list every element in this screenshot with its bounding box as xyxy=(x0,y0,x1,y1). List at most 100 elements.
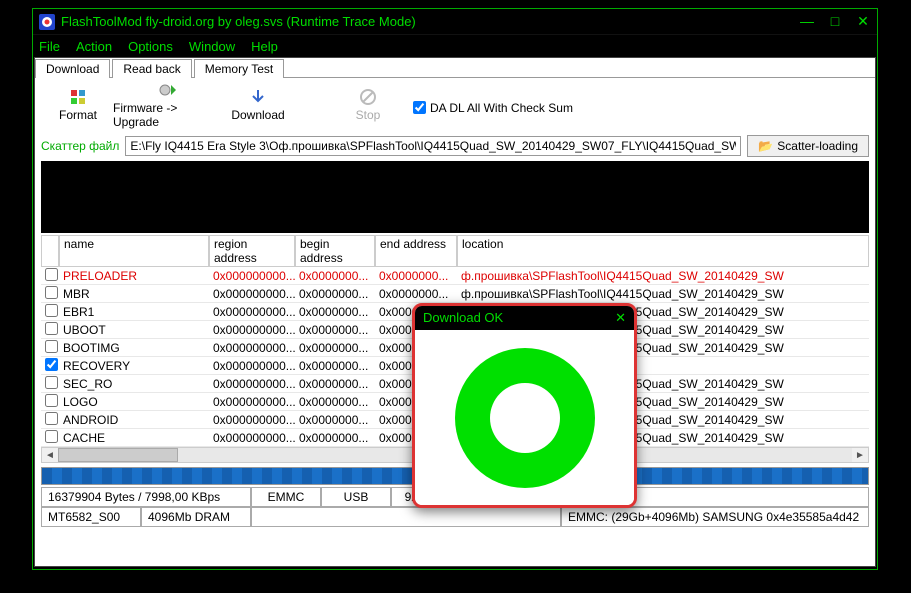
row-end-addr: 0x0000000... xyxy=(375,269,457,283)
row-checkbox-cell xyxy=(41,340,59,356)
da-dl-checksum-wrap: DA DL All With Check Sum xyxy=(413,101,573,115)
da-dl-checksum-checkbox[interactable] xyxy=(413,101,426,114)
row-checkbox-cell xyxy=(41,394,59,410)
app-icon xyxy=(39,14,55,30)
row-checkbox[interactable] xyxy=(45,304,58,317)
row-checkbox[interactable] xyxy=(45,376,58,389)
tab-memtest[interactable]: Memory Test xyxy=(194,59,284,78)
row-begin-addr: 0x0000000... xyxy=(295,431,375,445)
scroll-left-icon[interactable]: ◄ xyxy=(42,450,58,461)
row-checkbox[interactable] xyxy=(45,430,58,443)
status-conn: USB xyxy=(321,487,391,507)
row-begin-addr: 0x0000000... xyxy=(295,305,375,319)
row-checkbox-cell xyxy=(41,430,59,446)
maximize-button[interactable]: □ xyxy=(827,13,843,30)
menu-window[interactable]: Window xyxy=(189,39,235,54)
stop-button[interactable]: Stop xyxy=(333,87,403,122)
tab-readback[interactable]: Read back xyxy=(112,59,191,78)
row-region-addr: 0x000000000... xyxy=(209,305,295,319)
col-end[interactable]: end address xyxy=(375,235,457,267)
row-begin-addr: 0x0000000... xyxy=(295,323,375,337)
scroll-right-icon[interactable]: ► xyxy=(852,450,868,461)
scatter-loading-button[interactable]: 📂 Scatter-loading xyxy=(747,135,869,157)
row-checkbox-cell xyxy=(41,376,59,392)
row-name: LOGO xyxy=(59,395,209,409)
table-row[interactable]: PRELOADER0x000000000...0x0000000...0x000… xyxy=(41,267,869,285)
format-button[interactable]: Format xyxy=(43,87,113,122)
row-name: RECOVERY xyxy=(59,359,209,373)
toolbar: Format Firmware -> Upgrade Download Stop… xyxy=(35,78,875,133)
menu-options[interactable]: Options xyxy=(128,39,173,54)
row-checkbox-cell xyxy=(41,286,59,302)
titlebar[interactable]: FlashToolMod fly-droid.org by oleg.svs (… xyxy=(33,9,877,35)
row-begin-addr: 0x0000000... xyxy=(295,269,375,283)
row-region-addr: 0x000000000... xyxy=(209,395,295,409)
firmware-icon xyxy=(159,80,177,100)
row-end-addr: 0x0000000... xyxy=(375,287,457,301)
scatter-label: Скаттер файл xyxy=(41,139,119,153)
menu-file[interactable]: File xyxy=(39,39,60,54)
row-checkbox[interactable] xyxy=(45,268,58,281)
row-begin-addr: 0x0000000... xyxy=(295,413,375,427)
row-name: MBR xyxy=(59,287,209,301)
status-row-2: MT6582_S00 4096Mb DRAM EMMC: (29Gb+4096M… xyxy=(41,507,869,527)
row-location: ф.прошивка\SPFlashTool\IQ4415Quad_SW_201… xyxy=(457,269,869,283)
download-icon xyxy=(249,87,267,107)
download-ok-popup: Download OK ✕ xyxy=(412,303,637,508)
row-region-addr: 0x000000000... xyxy=(209,359,295,373)
col-begin[interactable]: begin address xyxy=(295,235,375,267)
row-checkbox-cell xyxy=(41,322,59,338)
col-name[interactable]: name xyxy=(59,235,209,267)
scatter-path-input[interactable] xyxy=(125,136,741,156)
firmware-upgrade-button[interactable]: Firmware -> Upgrade xyxy=(113,80,223,129)
scroll-thumb[interactable] xyxy=(58,448,178,462)
da-dl-checksum-label: DA DL All With Check Sum xyxy=(430,101,573,115)
popup-close-icon[interactable]: ✕ xyxy=(615,310,626,326)
row-checkbox[interactable] xyxy=(45,412,58,425)
menu-help[interactable]: Help xyxy=(251,39,278,54)
col-check[interactable] xyxy=(41,235,59,267)
row-begin-addr: 0x0000000... xyxy=(295,377,375,391)
row-name: BOOTIMG xyxy=(59,341,209,355)
tab-download[interactable]: Download xyxy=(35,59,110,78)
preview-area xyxy=(41,161,869,233)
folder-icon: 📂 xyxy=(758,139,773,153)
stop-icon xyxy=(359,87,377,107)
row-begin-addr: 0x0000000... xyxy=(295,395,375,409)
download-button[interactable]: Download xyxy=(223,87,293,122)
row-region-addr: 0x000000000... xyxy=(209,323,295,337)
status-spacer2 xyxy=(251,507,561,527)
row-name: EBR1 xyxy=(59,305,209,319)
minimize-button[interactable]: — xyxy=(799,13,815,30)
row-checkbox[interactable] xyxy=(45,322,58,335)
status-dram: 4096Mb DRAM xyxy=(141,507,251,527)
scatter-row: Скаттер файл 📂 Scatter-loading xyxy=(35,133,875,161)
popup-body xyxy=(415,330,634,505)
menubar: File Action Options Window Help xyxy=(33,35,877,57)
tabstrip: Download Read back Memory Test xyxy=(35,58,875,77)
row-checkbox[interactable] xyxy=(45,394,58,407)
status-bytes: 16379904 Bytes / 7998,00 KBps xyxy=(41,487,251,507)
table-row[interactable]: MBR0x000000000...0x0000000...0x0000000..… xyxy=(41,285,869,303)
table-header: name region address begin address end ad… xyxy=(41,235,869,267)
window-title: FlashToolMod fly-droid.org by oleg.svs (… xyxy=(61,14,799,29)
row-checkbox[interactable] xyxy=(45,340,58,353)
success-ring-icon xyxy=(455,348,595,488)
row-region-addr: 0x000000000... xyxy=(209,341,295,355)
row-name: CACHE xyxy=(59,431,209,445)
status-mem: EMMC xyxy=(251,487,321,507)
row-name: ANDROID xyxy=(59,413,209,427)
row-checkbox[interactable] xyxy=(45,358,58,371)
row-name: UBOOT xyxy=(59,323,209,337)
row-region-addr: 0x000000000... xyxy=(209,413,295,427)
col-region[interactable]: region address xyxy=(209,235,295,267)
menu-action[interactable]: Action xyxy=(76,39,112,54)
col-location[interactable]: location xyxy=(457,235,869,267)
row-checkbox[interactable] xyxy=(45,286,58,299)
row-checkbox-cell xyxy=(41,412,59,428)
status-chip: MT6582_S00 xyxy=(41,507,141,527)
row-region-addr: 0x000000000... xyxy=(209,431,295,445)
popup-titlebar[interactable]: Download OK ✕ xyxy=(415,306,634,330)
row-checkbox-cell xyxy=(41,358,59,374)
close-button[interactable]: ✕ xyxy=(855,13,871,30)
